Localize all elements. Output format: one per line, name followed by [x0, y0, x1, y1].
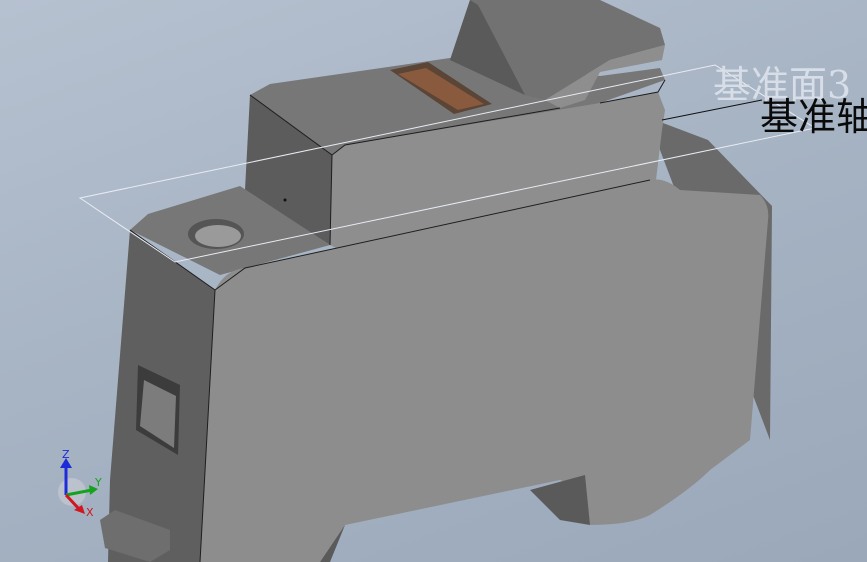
- triad-z-label: Z: [62, 448, 70, 461]
- triad-x-label: X: [86, 506, 94, 519]
- origin-point: [283, 198, 287, 202]
- triad-y-label: Y: [94, 476, 102, 489]
- cad-3d-viewport[interactable]: Z Y X 基准面3 基准轴: [0, 0, 867, 562]
- datum-axis-label[interactable]: 基准轴: [760, 98, 867, 136]
- terminal-screw-hole-inner: [195, 225, 241, 247]
- reference-triad: Z Y X: [58, 448, 102, 519]
